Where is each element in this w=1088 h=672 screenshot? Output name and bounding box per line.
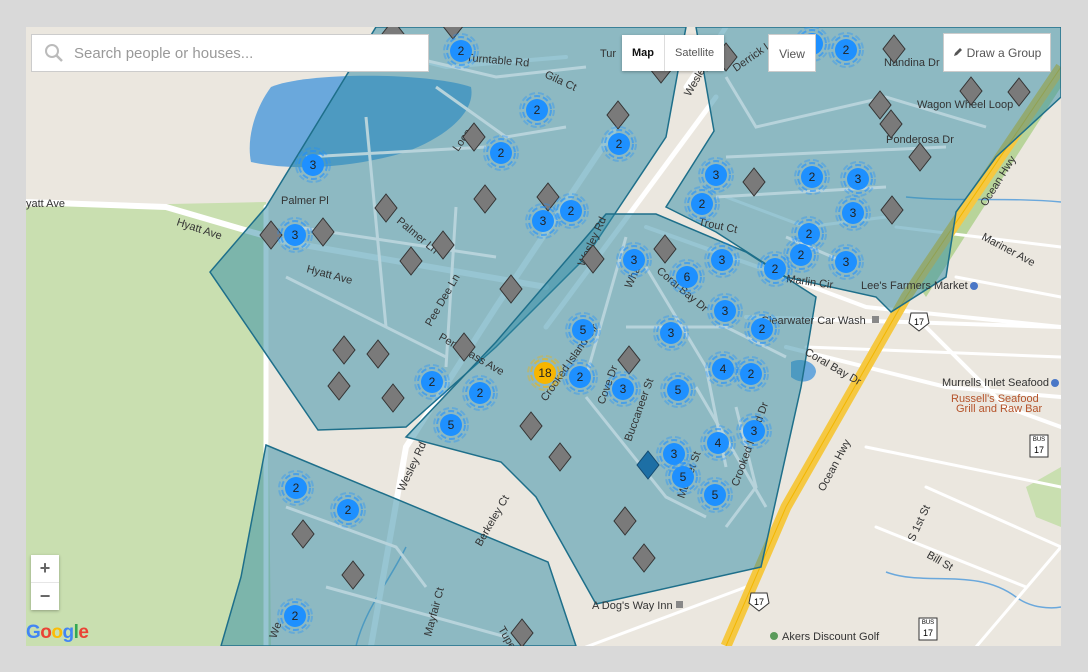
poi-russells-2: Grill and Raw Bar <box>956 403 1043 415</box>
cluster-count: 3 <box>713 168 720 182</box>
search-box[interactable] <box>31 34 429 72</box>
bus17-shield-a: BUS 17 <box>1029 434 1049 458</box>
cluster-count: 5 <box>448 418 455 432</box>
zoom-control[interactable]: + − <box>31 555 59 610</box>
road-label-wagon-wheel-loop: Wagon Wheel Loop <box>917 99 1013 111</box>
cluster-count: 3 <box>843 255 850 269</box>
road-label-hyatt-ave-left: yatt Ave <box>26 198 65 210</box>
cluster-count: 2 <box>772 262 779 276</box>
fork-icon <box>1051 379 1059 387</box>
poi-lees-farmers-market[interactable]: Lee's Farmers Market <box>861 280 968 292</box>
svg-text:17: 17 <box>923 628 933 638</box>
cluster-count: 3 <box>620 382 627 396</box>
cluster-count: 5 <box>675 383 682 397</box>
svg-text:17: 17 <box>914 317 924 327</box>
map-type-satellite-button[interactable]: Satellite <box>665 35 724 71</box>
road-label-tur: Tur <box>600 48 616 60</box>
zoom-out-button[interactable]: − <box>31 583 59 610</box>
cluster-count: 2 <box>759 322 766 336</box>
cluster-count: 5 <box>580 323 587 337</box>
draw-group-button[interactable]: Draw a Group <box>943 33 1051 72</box>
map-type-control[interactable]: Map Satellite <box>622 35 725 71</box>
bus17-shield-b: BUS 17 <box>918 617 938 641</box>
view-button[interactable]: View <box>768 34 816 72</box>
poi-akers-discount-golf[interactable]: Akers Discount Golf <box>782 631 880 643</box>
cluster-count: 3 <box>850 206 857 220</box>
cluster-count: 2 <box>293 481 300 495</box>
cluster-count: 2 <box>616 137 623 151</box>
cluster-count: 2 <box>577 370 584 384</box>
carwash-icon <box>872 316 879 323</box>
cluster-count: 3 <box>310 158 317 172</box>
cluster-count: 2 <box>843 43 850 57</box>
cart-icon <box>970 282 978 290</box>
cluster-count: 2 <box>458 44 465 58</box>
cluster-count: 2 <box>748 367 755 381</box>
cluster-count: 3 <box>719 253 726 267</box>
google-logo: Google <box>26 622 89 643</box>
svg-text:BUS: BUS <box>922 620 934 626</box>
cluster-count: 2 <box>699 197 706 211</box>
cluster-count: 3 <box>722 304 729 318</box>
cluster-count: 2 <box>477 386 484 400</box>
cluster-count: 4 <box>720 362 727 376</box>
map-svg[interactable]: Turntable Rd Gila Ct Tur Derrick Ln Wesl… <box>26 27 1061 646</box>
cluster-count: 2 <box>498 146 505 160</box>
poi-clearwater[interactable]: Clearwater Car Wash <box>761 315 866 327</box>
search-icon <box>44 43 64 63</box>
draw-group-label: Draw a Group <box>966 45 1042 60</box>
cluster-count: 2 <box>534 103 541 117</box>
svg-text:17: 17 <box>754 597 764 607</box>
cluster-count: 3 <box>855 172 862 186</box>
cluster-count: 3 <box>751 424 758 438</box>
cluster-count: 18 <box>538 366 552 380</box>
cluster-count: 2 <box>429 375 436 389</box>
map-canvas[interactable]: Turntable Rd Gila Ct Tur Derrick Ln Wesl… <box>26 27 1061 646</box>
cluster-count: 3 <box>292 228 299 242</box>
search-input[interactable] <box>72 43 416 63</box>
cluster-count: 4 <box>715 436 722 450</box>
svg-text:17: 17 <box>1034 445 1044 455</box>
lodging-icon <box>676 601 683 608</box>
cluster-count: 2 <box>568 204 575 218</box>
road-label-palmer-pl: Palmer Pl <box>281 195 329 207</box>
map-type-map-button[interactable]: Map <box>622 35 665 71</box>
cluster-count: 3 <box>540 214 547 228</box>
cluster-count: 2 <box>809 170 816 184</box>
cluster-count: 3 <box>631 253 638 267</box>
cluster-count: 5 <box>712 488 719 502</box>
cluster-count: 3 <box>668 326 675 340</box>
cluster-count: 2 <box>292 609 299 623</box>
zoom-in-button[interactable]: + <box>31 555 59 582</box>
cluster-count: 3 <box>671 447 678 461</box>
poi-dogs-way-inn[interactable]: A Dog's Way Inn <box>592 600 673 612</box>
cluster-count: 5 <box>680 470 687 484</box>
svg-text:BUS: BUS <box>1033 437 1045 443</box>
poi-murrells-inlet[interactable]: Murrells Inlet Seafood <box>942 377 1049 389</box>
golf-icon <box>770 632 778 640</box>
cluster-count: 2 <box>798 248 805 262</box>
pencil-icon <box>953 46 963 60</box>
cluster-count: 2 <box>345 503 352 517</box>
cluster-count: 6 <box>684 270 691 284</box>
